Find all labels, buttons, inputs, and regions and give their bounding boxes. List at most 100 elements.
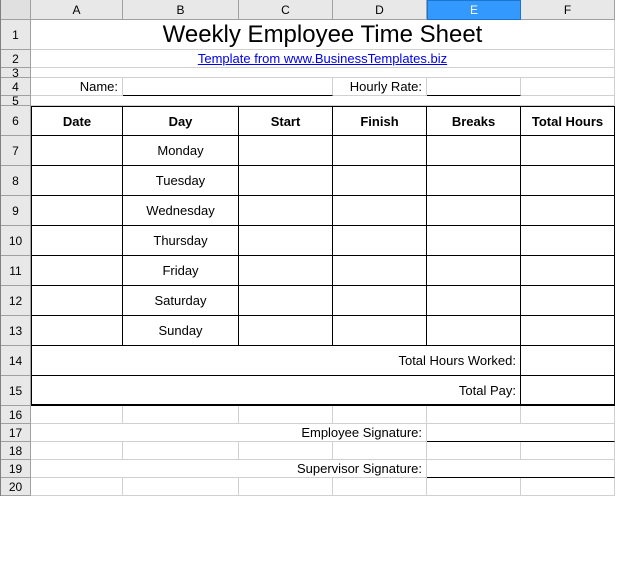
col-header-F[interactable]: F: [521, 0, 615, 20]
hourly-rate-field[interactable]: [427, 78, 521, 96]
day-3-date[interactable]: [31, 226, 123, 256]
day-1-date[interactable]: [31, 166, 123, 196]
cell-r16-c2[interactable]: [239, 406, 333, 424]
cell-r20-c4[interactable]: [427, 478, 521, 496]
day-5-finish[interactable]: [333, 286, 427, 316]
col-header-C[interactable]: C: [239, 0, 333, 20]
day-0-finish[interactable]: [333, 136, 427, 166]
sup-sig-label[interactable]: Supervisor Signature:: [31, 460, 427, 478]
cell-r18-c5[interactable]: [521, 442, 615, 460]
cell-A3[interactable]: [31, 68, 615, 78]
day-1-day[interactable]: Tuesday: [123, 166, 239, 196]
cell-A5[interactable]: [31, 96, 615, 106]
cell-r18-c2[interactable]: [239, 442, 333, 460]
day-6-total[interactable]: [521, 316, 615, 346]
row-header-12[interactable]: 12: [1, 286, 31, 316]
row-header-7[interactable]: 7: [1, 136, 31, 166]
cell-r20-c1[interactable]: [123, 478, 239, 496]
day-0-date[interactable]: [31, 136, 123, 166]
template-link[interactable]: Template from www.BusinessTemplates.biz: [31, 50, 615, 68]
cell-r18-c0[interactable]: [31, 442, 123, 460]
total-hours-worked-label[interactable]: Total Hours Worked:: [31, 346, 521, 376]
cell-r20-c0[interactable]: [31, 478, 123, 496]
day-4-day[interactable]: Friday: [123, 256, 239, 286]
day-6-day[interactable]: Sunday: [123, 316, 239, 346]
day-3-start[interactable]: [239, 226, 333, 256]
day-3-day[interactable]: Thursday: [123, 226, 239, 256]
header-date[interactable]: Date: [31, 106, 123, 136]
header-start[interactable]: Start: [239, 106, 333, 136]
cell-r16-c5[interactable]: [521, 406, 615, 424]
day-1-total[interactable]: [521, 166, 615, 196]
row-header-16[interactable]: 16: [1, 406, 31, 424]
emp-sig-label[interactable]: Employee Signature:: [31, 424, 427, 442]
header-finish[interactable]: Finish: [333, 106, 427, 136]
total-hours-worked-field[interactable]: [521, 346, 615, 376]
day-4-start[interactable]: [239, 256, 333, 286]
name-label[interactable]: Name:: [31, 78, 123, 96]
row-header-17[interactable]: 17: [1, 424, 31, 442]
cell-r16-c4[interactable]: [427, 406, 521, 424]
day-2-date[interactable]: [31, 196, 123, 226]
cell-r18-c3[interactable]: [333, 442, 427, 460]
header-totalHours[interactable]: Total Hours: [521, 106, 615, 136]
day-0-breaks[interactable]: [427, 136, 521, 166]
cell-r16-c1[interactable]: [123, 406, 239, 424]
day-2-finish[interactable]: [333, 196, 427, 226]
day-2-day[interactable]: Wednesday: [123, 196, 239, 226]
row-header-5[interactable]: 5: [1, 96, 31, 106]
cell-r18-c4[interactable]: [427, 442, 521, 460]
day-2-total[interactable]: [521, 196, 615, 226]
col-header-B[interactable]: B: [123, 0, 239, 20]
row-header-15[interactable]: 15: [1, 376, 31, 406]
row-header-14[interactable]: 14: [1, 346, 31, 376]
emp-sig-field[interactable]: [427, 424, 615, 442]
row-header-1[interactable]: 1: [1, 20, 31, 50]
day-4-total[interactable]: [521, 256, 615, 286]
name-field[interactable]: [123, 78, 333, 96]
day-1-start[interactable]: [239, 166, 333, 196]
col-header-E[interactable]: E: [427, 0, 521, 20]
row-header-19[interactable]: 19: [1, 460, 31, 478]
row-header-10[interactable]: 10: [1, 226, 31, 256]
row-header-11[interactable]: 11: [1, 256, 31, 286]
day-0-start[interactable]: [239, 136, 333, 166]
cell-F4[interactable]: [521, 78, 615, 96]
day-1-finish[interactable]: [333, 166, 427, 196]
day-3-finish[interactable]: [333, 226, 427, 256]
row-header-20[interactable]: 20: [1, 478, 31, 496]
row-header-6[interactable]: 6: [1, 106, 31, 136]
day-3-total[interactable]: [521, 226, 615, 256]
row-header-18[interactable]: 18: [1, 442, 31, 460]
day-0-day[interactable]: Monday: [123, 136, 239, 166]
total-pay-field[interactable]: [521, 376, 615, 406]
day-4-date[interactable]: [31, 256, 123, 286]
day-5-day[interactable]: Saturday: [123, 286, 239, 316]
row-header-13[interactable]: 13: [1, 316, 31, 346]
cell-r16-c3[interactable]: [333, 406, 427, 424]
header-breaks[interactable]: Breaks: [427, 106, 521, 136]
day-5-date[interactable]: [31, 286, 123, 316]
cell-r18-c1[interactable]: [123, 442, 239, 460]
day-1-breaks[interactable]: [427, 166, 521, 196]
cell-r20-c5[interactable]: [521, 478, 615, 496]
row-header-3[interactable]: 3: [1, 68, 31, 78]
day-5-breaks[interactable]: [427, 286, 521, 316]
day-5-start[interactable]: [239, 286, 333, 316]
cell-r20-c3[interactable]: [333, 478, 427, 496]
day-2-start[interactable]: [239, 196, 333, 226]
cell-r16-c0[interactable]: [31, 406, 123, 424]
total-pay-label[interactable]: Total Pay:: [31, 376, 521, 406]
hourly-rate-label[interactable]: Hourly Rate:: [333, 78, 427, 96]
row-header-9[interactable]: 9: [1, 196, 31, 226]
day-4-finish[interactable]: [333, 256, 427, 286]
day-6-breaks[interactable]: [427, 316, 521, 346]
header-day[interactable]: Day: [123, 106, 239, 136]
day-5-total[interactable]: [521, 286, 615, 316]
cell-r20-c2[interactable]: [239, 478, 333, 496]
sup-sig-field[interactable]: [427, 460, 615, 478]
title[interactable]: Weekly Employee Time Sheet: [31, 20, 615, 50]
day-0-total[interactable]: [521, 136, 615, 166]
day-2-breaks[interactable]: [427, 196, 521, 226]
day-3-breaks[interactable]: [427, 226, 521, 256]
